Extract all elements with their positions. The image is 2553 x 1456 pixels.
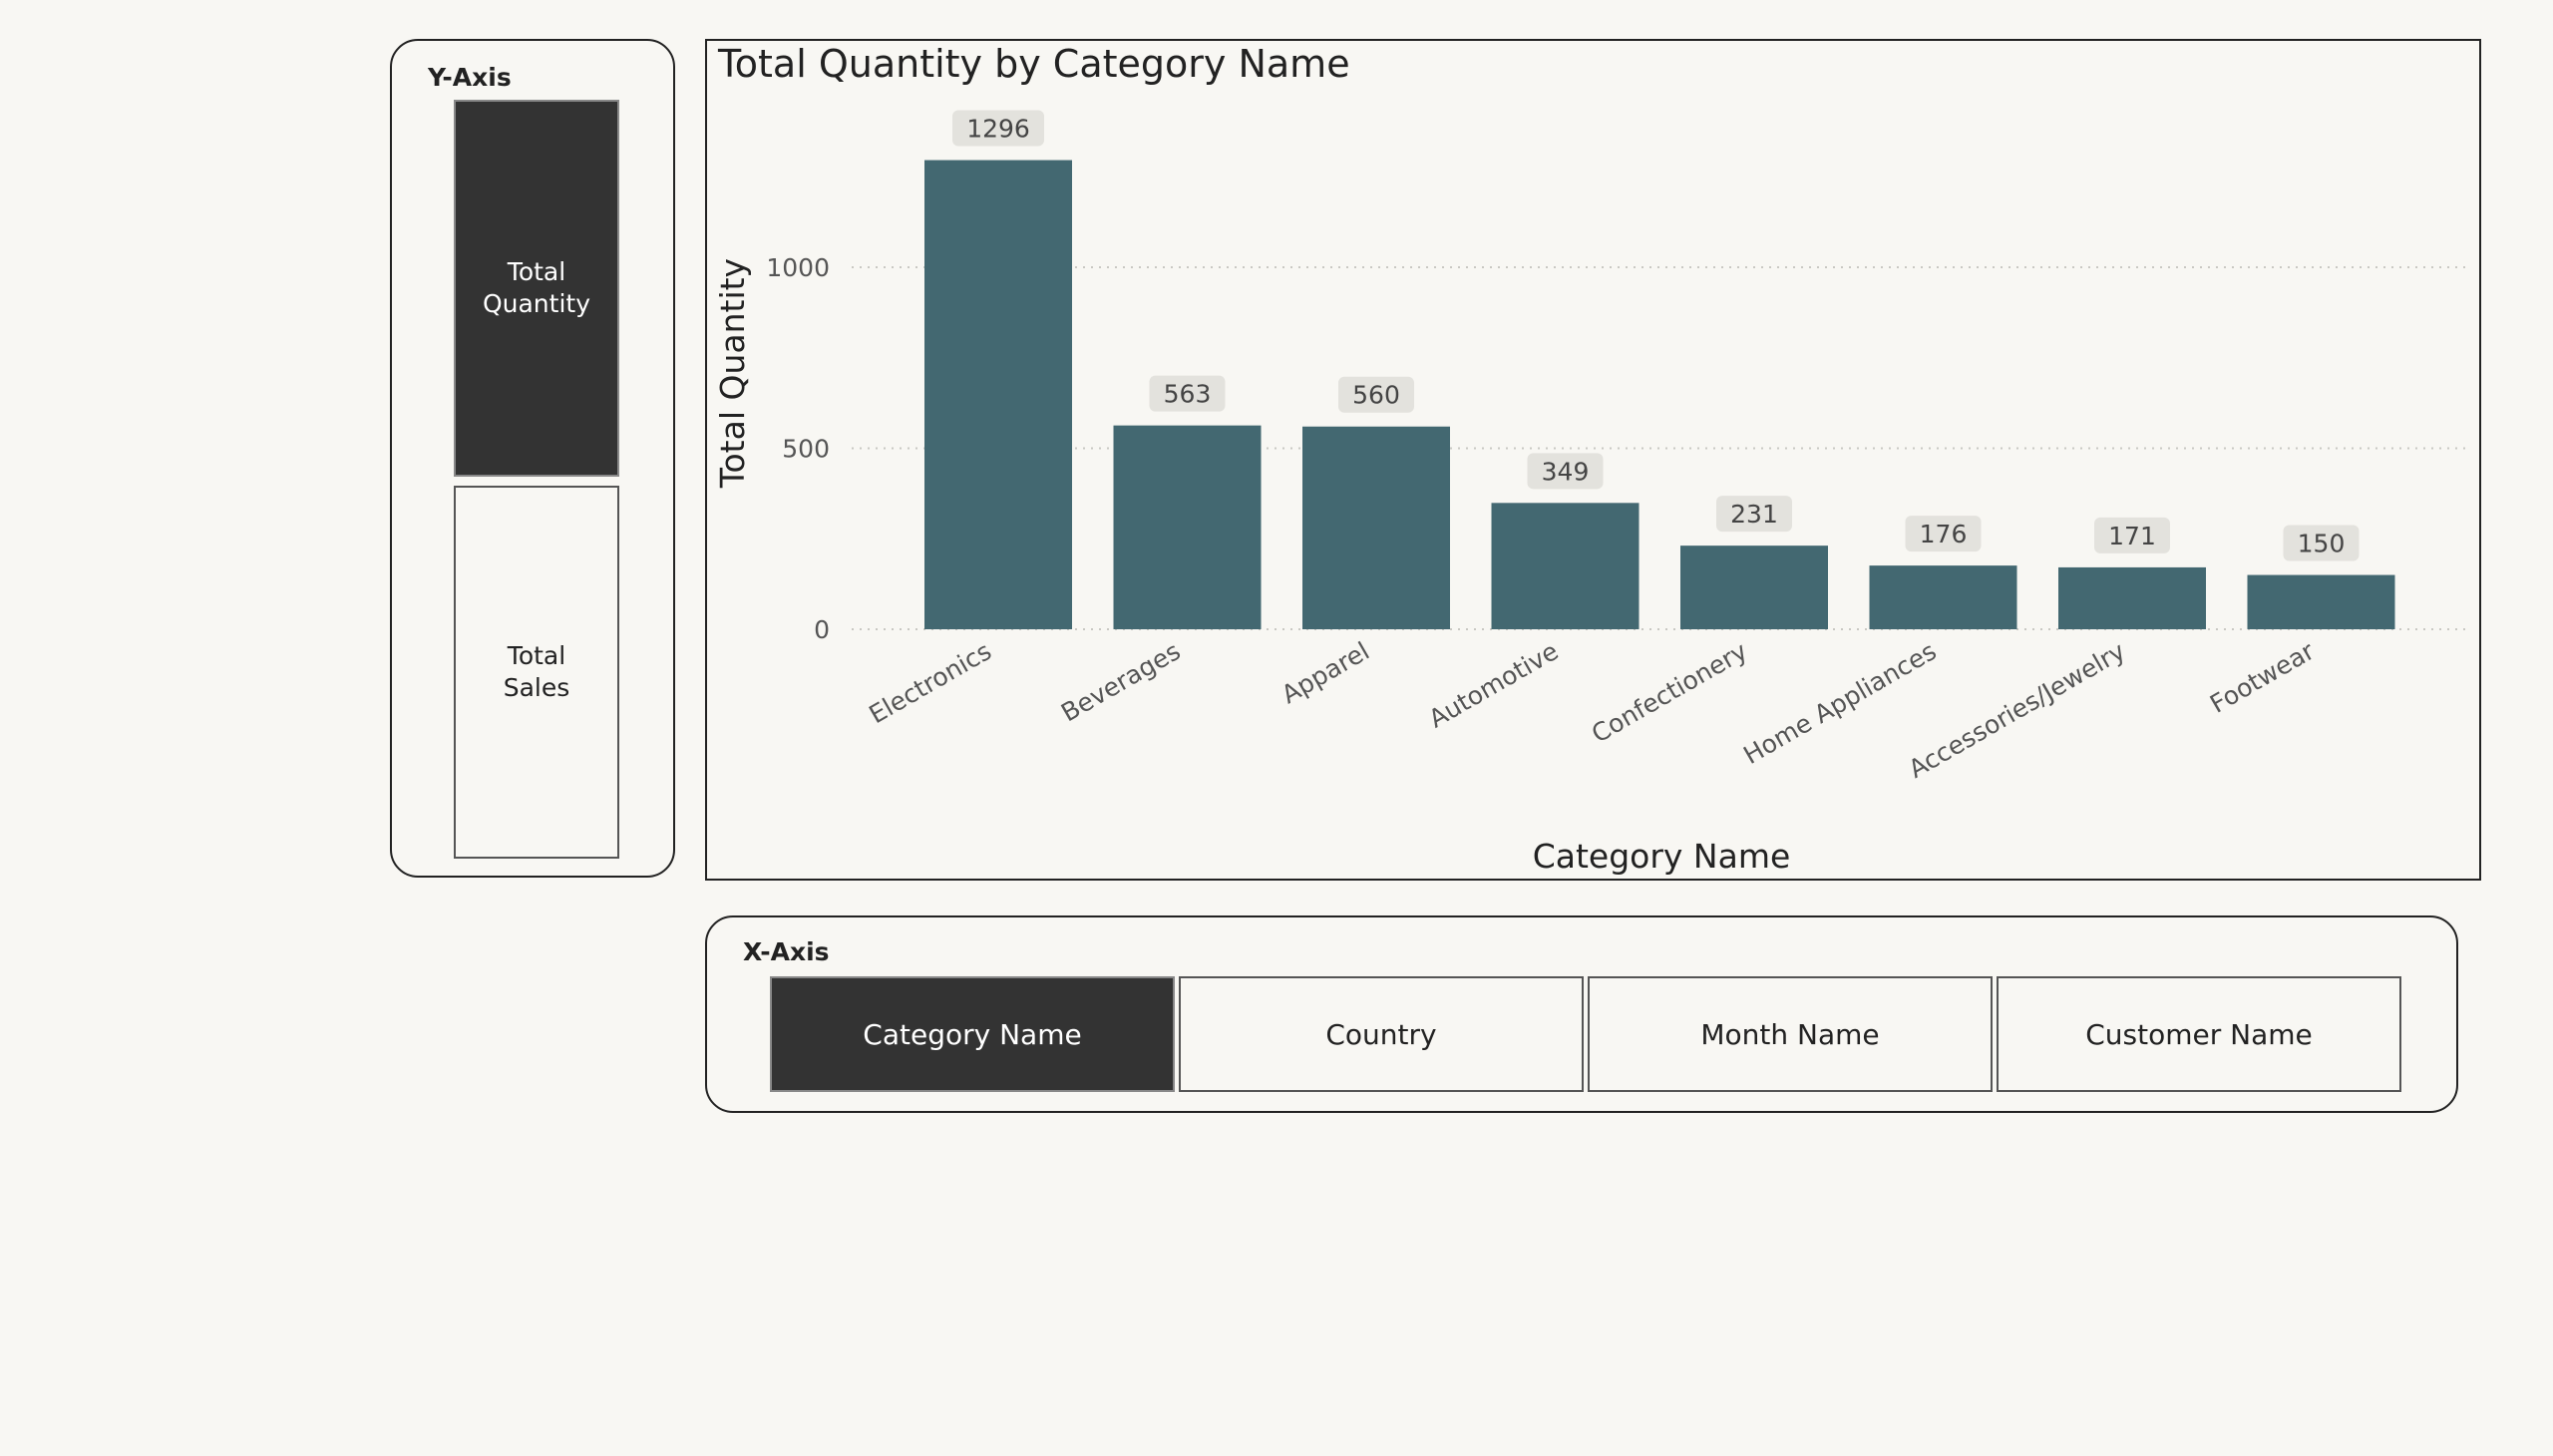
- x-tick-label: Home Appliances: [1738, 636, 1941, 770]
- data-label: 349: [1542, 457, 1590, 486]
- y-axis-ticks: 0 500 1000: [766, 253, 830, 644]
- x-tick-label: Beverages: [1056, 636, 1185, 727]
- y-tick-label: 500: [782, 435, 830, 464]
- x-axis-slicer-title: X-Axis: [743, 937, 830, 966]
- x-tick-label: Automotive: [1424, 636, 1564, 733]
- x-axis-ticks: Electronics Beverages Apparel Automotive Con…: [864, 636, 2320, 784]
- data-label: 150: [2298, 530, 2346, 558]
- y-option-total-sales[interactable]: Total Sales: [454, 486, 619, 859]
- x-option-country[interactable]: Country: [1179, 976, 1584, 1092]
- x-option-customer-name[interactable]: Customer Name: [1997, 976, 2401, 1092]
- data-label: 1296: [966, 115, 1030, 144]
- x-axis-title: Category Name: [1533, 837, 1791, 876]
- bar[interactable]: [1113, 425, 1262, 629]
- x-option-month-name[interactable]: Month Name: [1588, 976, 1993, 1092]
- bar[interactable]: [2058, 566, 2206, 629]
- x-axis-slicer: X-Axis Category Name Country Month Name …: [705, 915, 2458, 1113]
- x-tick-label: Electronics: [864, 636, 996, 729]
- y-axis-title: Total Quantity: [713, 258, 752, 489]
- data-label: 176: [1920, 520, 1968, 548]
- data-label: 560: [1352, 381, 1400, 410]
- y-tick-label: 1000: [766, 253, 830, 282]
- data-label: 231: [1730, 500, 1778, 529]
- x-tick-label: Confectionery: [1587, 636, 1752, 749]
- x-tick-label: Footwear: [2205, 636, 2320, 719]
- bar[interactable]: [1302, 426, 1450, 629]
- bar[interactable]: [1491, 503, 1640, 629]
- bar[interactable]: [924, 160, 1072, 629]
- bar[interactable]: [1869, 565, 2017, 629]
- bars: [924, 160, 2395, 629]
- x-tick-label: Apparel: [1276, 636, 1374, 709]
- data-label: 171: [2108, 522, 2156, 550]
- bar-chart: Total Quantity by Category Name 0 500 1000…: [713, 42, 2470, 876]
- grid-lines: [852, 266, 2470, 630]
- x-option-category-name[interactable]: Category Name: [770, 976, 1175, 1092]
- data-label: 563: [1164, 380, 1212, 409]
- bar[interactable]: [2247, 574, 2395, 629]
- x-axis-options: Category Name Country Month Name Custome…: [770, 976, 2401, 1092]
- bar[interactable]: [1680, 546, 1828, 629]
- chart-title: Total Quantity by Category Name: [717, 42, 1350, 86]
- y-axis-slicer: Y-Axis Total Quantity Total Sales: [390, 39, 675, 878]
- y-option-total-quantity[interactable]: Total Quantity: [454, 100, 619, 477]
- y-tick-label: 0: [814, 615, 830, 644]
- y-axis-slicer-title: Y-Axis: [428, 63, 512, 92]
- chart-panel: Total Quantity by Category Name 0 500 1000…: [705, 39, 2481, 881]
